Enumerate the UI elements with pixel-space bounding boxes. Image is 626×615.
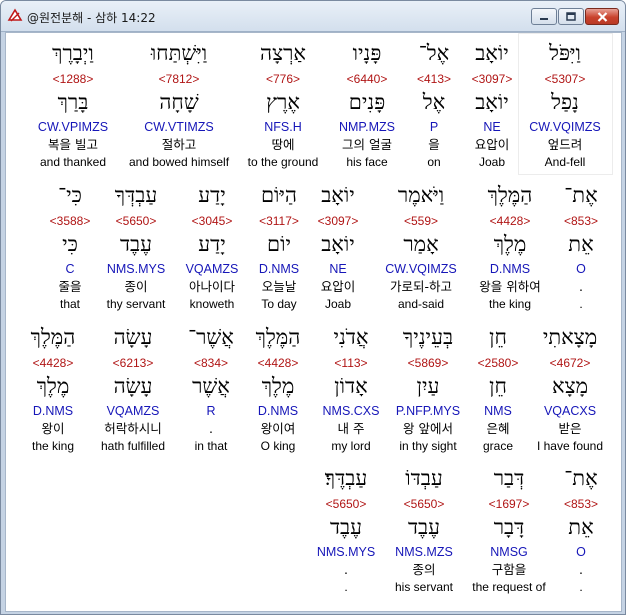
close-button[interactable] [585, 8, 619, 25]
morphology-code: CW.VPIMZS [37, 120, 109, 134]
hebrew-word: הַמֶּלֶךְ [487, 183, 533, 207]
english-gloss: the king [488, 297, 532, 311]
english-gloss: . [344, 580, 348, 594]
strong-number[interactable]: <559> [378, 214, 464, 228]
hebrew-lexeme: יָדַע [198, 232, 226, 256]
hebrew-lexeme: מֶלֶךְ [36, 374, 70, 398]
morphology-code: NMS.MYS [316, 545, 376, 559]
hebrew-lexeme: עֶבֶד [407, 515, 441, 539]
morphology-code: NMSG [490, 545, 528, 559]
strong-number[interactable]: <5650> [303, 497, 389, 511]
hebrew-lexeme: אֶרֶץ [266, 90, 300, 114]
minimize-button[interactable] [531, 8, 557, 25]
english-gloss: that [59, 297, 80, 311]
morphology-code: C [65, 262, 75, 276]
hebrew-word: אַרְצָה [260, 41, 306, 65]
hebrew-word: יָדַע [198, 183, 226, 207]
strong-number[interactable]: <1697> [466, 497, 552, 511]
hebrew-word: פָּנָיו [352, 41, 382, 65]
hebrew-lexeme: אָמַר [403, 232, 439, 256]
korean-gloss: 구함을 [491, 562, 527, 577]
english-gloss: and thanked [39, 155, 107, 169]
hebrew-lexeme: אֲשֶׁר [192, 374, 230, 398]
english-gloss: to the ground [247, 155, 319, 169]
maximize-button[interactable] [558, 8, 584, 25]
strong-number[interactable]: <6440> [324, 72, 410, 86]
strong-number[interactable]: <1288> [30, 72, 116, 86]
hebrew-word: עַבְדּוֹ [405, 466, 443, 490]
strong-number[interactable]: <7812> [136, 72, 222, 86]
title-bar[interactable]: @원전분해 - 삼하 14:22 [1, 1, 625, 32]
hebrew-word: וַיֹּאמֶר [397, 183, 445, 207]
english-gloss: the king [31, 439, 75, 453]
hebrew-lexeme: שָׁחָה [159, 90, 199, 114]
maximize-icon [566, 12, 576, 21]
strong-number[interactable]: <5869> [385, 356, 471, 370]
hebrew-lexeme: עֶבֶד [329, 515, 363, 539]
korean-gloss: 땅에 [271, 137, 295, 152]
morphology-code: D.NMS [32, 404, 74, 418]
english-gloss: and bowed himself [128, 155, 230, 169]
korean-gloss: 절하고 [161, 137, 197, 152]
korean-gloss: 왕이 [41, 421, 65, 436]
morphology-code: NMP.MZS [338, 120, 396, 134]
hebrew-word: וַיְבָרֶךְ [52, 41, 94, 65]
strong-number[interactable]: <3045> [169, 214, 255, 228]
korean-gloss: 줄을 [58, 279, 82, 294]
korean-gloss: 복을 빌고 [48, 137, 98, 152]
close-icon [597, 11, 607, 22]
hebrew-lexeme: בָּרַךְ [57, 90, 89, 114]
strong-number[interactable]: <5650> [381, 497, 467, 511]
strong-number[interactable]: <3588> [27, 214, 113, 228]
app-window: @원전분해 - 삼하 14:22 וַיִּפֹּל <5307> נָפַל … [0, 0, 626, 615]
hebrew-word: וַיִּשְׁתַּחוּ [150, 41, 208, 65]
morphology-code: NFS.H [264, 120, 302, 134]
hebrew-word: אֲשֶׁר־ [188, 325, 234, 349]
hebrew-lexeme: עַיִן [416, 374, 440, 398]
korean-gloss: . [344, 562, 348, 577]
strong-number[interactable]: <4428> [467, 214, 553, 228]
hebrew-word: עַבְדֶּךָ׃ [324, 466, 368, 490]
hebrew-word: עָשָׂה [113, 325, 153, 349]
hebrew-lexeme: דָּבָר [493, 515, 525, 539]
korean-gloss: 왕을 위하여 [479, 279, 541, 294]
interlinear-panel[interactable]: וַיִּפֹּל <5307> נָפַל CW.VQIMZS 엎드려 And… [5, 32, 622, 612]
hebrew-lexeme: עָשָׂה [113, 374, 153, 398]
strong-number[interactable]: <776> [240, 72, 326, 86]
hebrew-lexeme: כִּי [62, 232, 78, 256]
hebrew-word: דְּבַר [493, 466, 525, 490]
minimize-icon [540, 17, 548, 20]
morphology-code: CW.VTIMZS [144, 120, 214, 134]
hebrew-word: כִּי־ [58, 183, 82, 207]
window-title: @원전분해 - 삼하 14:22 [27, 11, 156, 25]
strong-number[interactable]: <4428> [10, 356, 96, 370]
korean-gloss: 그의 얼굴 [342, 137, 392, 152]
app-logo-icon [7, 8, 23, 22]
hebrew-word: בְּעֵינֶיךָ [402, 325, 454, 349]
hebrew-word: הַמֶּלֶךְ [30, 325, 76, 349]
hebrew-lexeme: פָּנִים [348, 90, 386, 114]
strong-number[interactable]: <6213> [90, 356, 176, 370]
strong-number[interactable]: <834> [168, 356, 254, 370]
hebrew-lexeme: מֶלֶךְ [493, 232, 527, 256]
morphology-code: D.NMS [489, 262, 531, 276]
